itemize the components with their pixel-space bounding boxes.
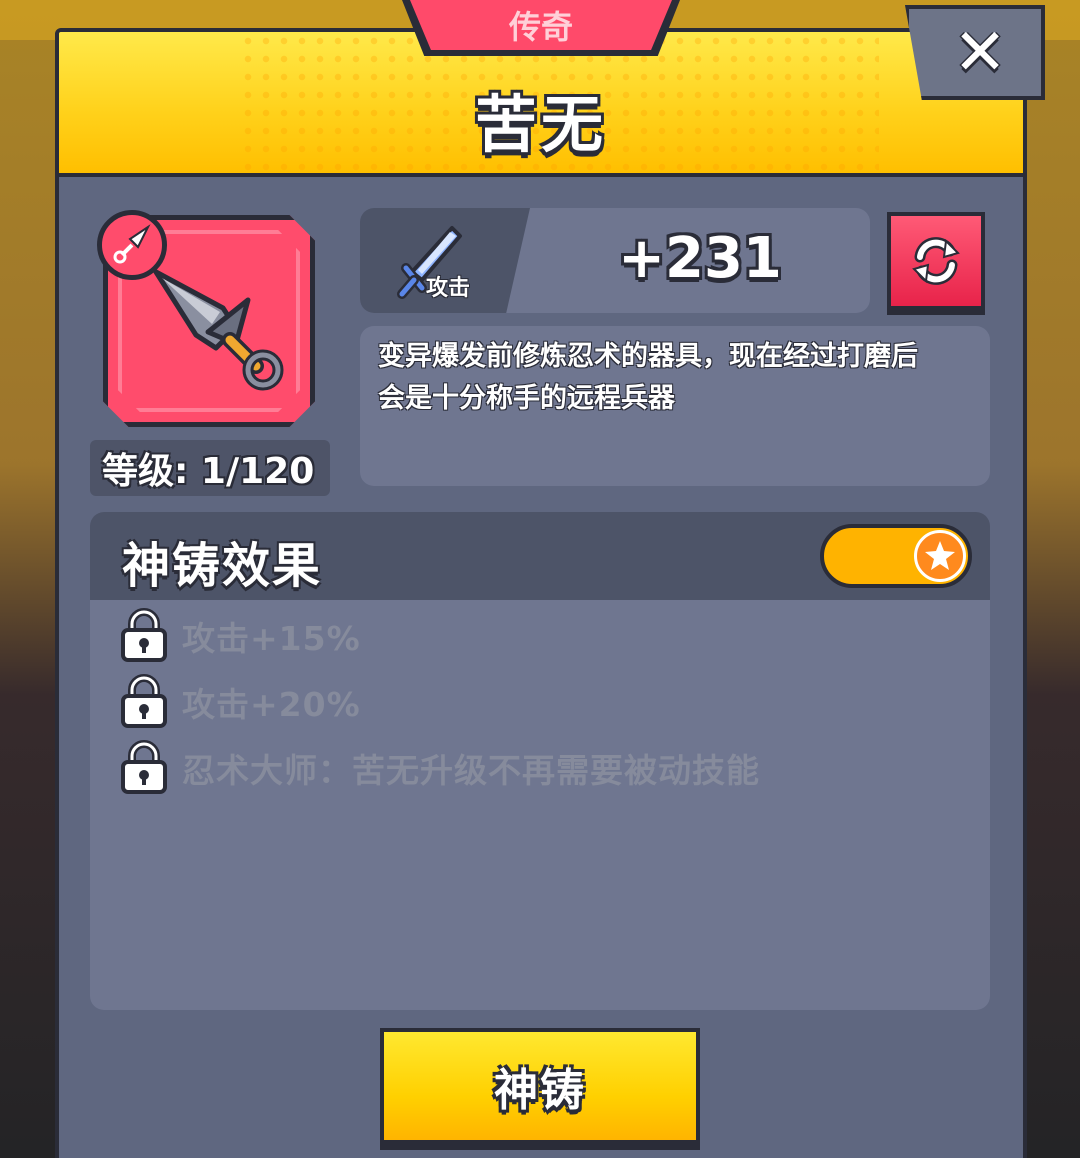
lock-icon (118, 740, 170, 796)
refresh-icon (912, 237, 960, 285)
rarity-badge: 传奇 (410, 0, 672, 50)
item-level: 等级: 1/120 (90, 440, 330, 496)
forge-effect-text: 忍术大师：苦无升级不再需要被动技能 (182, 751, 760, 790)
stat-label: 攻击 (426, 276, 471, 301)
forge-effect-row: 攻击+15% (118, 608, 361, 664)
forge-effect-row: 忍术大师：苦无升级不再需要被动技能 (118, 740, 760, 796)
close-icon: ✕ (953, 15, 1007, 90)
forge-button[interactable]: 神铸 (380, 1028, 700, 1144)
item-name: 苦无 (474, 88, 607, 161)
description-line-1: 变异爆发前修炼忍术的器具，现在经过打磨后 (378, 341, 918, 372)
forge-effects-header: 神铸效果 (90, 512, 990, 600)
lock-icon (118, 608, 170, 664)
forge-effect-row: 攻击+20% (118, 674, 361, 730)
attack-stat: 攻击 +231 (360, 208, 870, 313)
forge-button-label: 神铸 (494, 1065, 586, 1116)
forge-effects-section: 神铸效果 攻击+15% 攻击+20% 忍术大师：苦无升级不再需要被动技能 (90, 512, 990, 1010)
item-level-text: 等级: 1/120 (102, 451, 315, 492)
forge-effect-text: 攻击+20% (182, 685, 361, 724)
star-icon (914, 530, 966, 582)
forge-effects-title: 神铸效果 (122, 538, 323, 594)
stat-value: +231 (618, 226, 782, 291)
refresh-button[interactable] (887, 212, 985, 310)
item-description: 变异爆发前修炼忍术的器具，现在经过打磨后 会是十分称手的远程兵器 (360, 326, 990, 486)
forge-effects-toggle[interactable] (820, 524, 972, 588)
lock-icon (118, 674, 170, 730)
ranged-weapon-icon (113, 224, 151, 264)
weapon-type-badge (97, 210, 167, 280)
forge-effect-text: 攻击+15% (182, 619, 361, 658)
description-line-2: 会是十分称手的远程兵器 (378, 383, 675, 414)
background-left (0, 0, 60, 1158)
close-button[interactable]: ✕ (905, 5, 1045, 100)
background-right (1020, 0, 1080, 1158)
